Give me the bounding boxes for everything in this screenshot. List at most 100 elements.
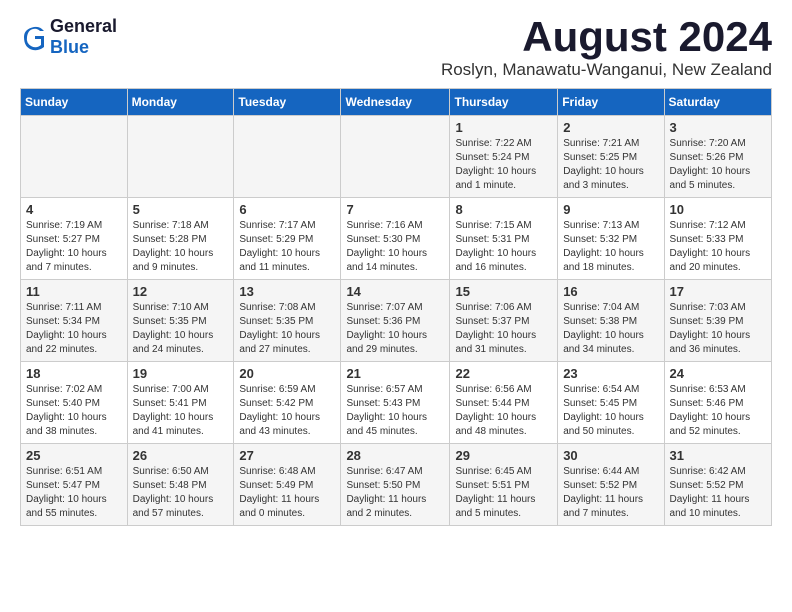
day-number: 22 — [455, 366, 552, 381]
calendar-cell: 26 Sunrise: 6:50 AM Sunset: 5:48 PM Dayli… — [127, 444, 234, 526]
day-info: Sunrise: 7:21 AM Sunset: 5:25 PM Dayligh… — [563, 137, 658, 193]
day-info: Sunrise: 6:42 AM Sunset: 5:52 PM Dayligh… — [670, 465, 766, 521]
day-number: 4 — [26, 202, 122, 217]
calendar-cell: 11 Sunrise: 7:11 AM Sunset: 5:34 PM Dayli… — [21, 280, 128, 362]
calendar-week-2: 4 Sunrise: 7:19 AM Sunset: 5:27 PM Daylig… — [21, 198, 772, 280]
day-info: Sunrise: 7:04 AM Sunset: 5:38 PM Dayligh… — [563, 301, 658, 357]
day-info: Sunrise: 6:44 AM Sunset: 5:52 PM Dayligh… — [563, 465, 658, 521]
calendar-cell: 9 Sunrise: 7:13 AM Sunset: 5:32 PM Daylig… — [558, 198, 664, 280]
col-saturday: Saturday — [664, 89, 771, 116]
calendar-cell: 20 Sunrise: 6:59 AM Sunset: 5:42 PM Dayli… — [234, 362, 341, 444]
col-friday: Friday — [558, 89, 664, 116]
day-info: Sunrise: 6:54 AM Sunset: 5:45 PM Dayligh… — [563, 383, 658, 439]
day-info: Sunrise: 7:12 AM Sunset: 5:33 PM Dayligh… — [670, 219, 766, 275]
day-number: 27 — [239, 448, 335, 463]
day-info: Sunrise: 7:15 AM Sunset: 5:31 PM Dayligh… — [455, 219, 552, 275]
calendar-cell — [341, 116, 450, 198]
day-info: Sunrise: 7:00 AM Sunset: 5:41 PM Dayligh… — [133, 383, 229, 439]
day-info: Sunrise: 7:11 AM Sunset: 5:34 PM Dayligh… — [26, 301, 122, 357]
calendar-cell: 31Sunrise: 6:42 AM Sunset: 5:52 PM Dayli… — [664, 444, 771, 526]
calendar-cell — [21, 116, 128, 198]
day-number: 13 — [239, 284, 335, 299]
day-info: Sunrise: 6:53 AM Sunset: 5:46 PM Dayligh… — [670, 383, 766, 439]
day-number: 30 — [563, 448, 658, 463]
day-number: 17 — [670, 284, 766, 299]
col-tuesday: Tuesday — [234, 89, 341, 116]
day-number: 6 — [239, 202, 335, 217]
subtitle: Roslyn, Manawatu-Wanganui, New Zealand — [441, 60, 772, 80]
calendar-cell: 6 Sunrise: 7:17 AM Sunset: 5:29 PM Daylig… — [234, 198, 341, 280]
calendar-week-3: 11 Sunrise: 7:11 AM Sunset: 5:34 PM Dayli… — [21, 280, 772, 362]
calendar-cell: 17Sunrise: 7:03 AM Sunset: 5:39 PM Dayli… — [664, 280, 771, 362]
col-wednesday: Wednesday — [341, 89, 450, 116]
calendar-cell: 10 Sunrise: 7:12 AM Sunset: 5:33 PM Dayli… — [664, 198, 771, 280]
day-info: Sunrise: 6:59 AM Sunset: 5:42 PM Dayligh… — [239, 383, 335, 439]
day-info: Sunrise: 7:17 AM Sunset: 5:29 PM Dayligh… — [239, 219, 335, 275]
day-number: 8 — [455, 202, 552, 217]
day-number: 10 — [670, 202, 766, 217]
day-info: Sunrise: 7:13 AM Sunset: 5:32 PM Dayligh… — [563, 219, 658, 275]
calendar-cell: 12Sunrise: 7:10 AM Sunset: 5:35 PM Dayli… — [127, 280, 234, 362]
logo-general: General — [50, 16, 117, 36]
day-info: Sunrise: 7:02 AM Sunset: 5:40 PM Dayligh… — [26, 383, 122, 439]
day-info: Sunrise: 6:48 AM Sunset: 5:49 PM Dayligh… — [239, 465, 335, 521]
page-container: General Blue August 2024 Roslyn, Manawat… — [0, 0, 792, 542]
calendar-cell: 16 Sunrise: 7:04 AM Sunset: 5:38 PM Dayli… — [558, 280, 664, 362]
calendar-cell: 14 Sunrise: 7:07 AM Sunset: 5:36 PM Dayli… — [341, 280, 450, 362]
day-number: 19 — [133, 366, 229, 381]
col-sunday: Sunday — [21, 89, 128, 116]
calendar-week-4: 18 Sunrise: 7:02 AM Sunset: 5:40 PM Dayli… — [21, 362, 772, 444]
col-monday: Monday — [127, 89, 234, 116]
day-info: Sunrise: 7:19 AM Sunset: 5:27 PM Dayligh… — [26, 219, 122, 275]
logo: General Blue — [20, 16, 117, 58]
day-info: Sunrise: 7:20 AM Sunset: 5:26 PM Dayligh… — [670, 137, 766, 193]
calendar-cell: 4 Sunrise: 7:19 AM Sunset: 5:27 PM Daylig… — [21, 198, 128, 280]
day-info: Sunrise: 7:16 AM Sunset: 5:30 PM Dayligh… — [346, 219, 444, 275]
logo-blue: Blue — [50, 37, 89, 57]
day-info: Sunrise: 6:45 AM Sunset: 5:51 PM Dayligh… — [455, 465, 552, 521]
day-number: 11 — [26, 284, 122, 299]
day-info: Sunrise: 6:56 AM Sunset: 5:44 PM Dayligh… — [455, 383, 552, 439]
day-number: 28 — [346, 448, 444, 463]
day-info: Sunrise: 6:50 AM Sunset: 5:48 PM Dayligh… — [133, 465, 229, 521]
day-number: 2 — [563, 120, 658, 135]
day-number: 21 — [346, 366, 444, 381]
calendar-cell: 13Sunrise: 7:08 AM Sunset: 5:35 PM Dayli… — [234, 280, 341, 362]
calendar-cell: 21Sunrise: 6:57 AM Sunset: 5:43 PM Dayli… — [341, 362, 450, 444]
day-number: 29 — [455, 448, 552, 463]
day-number: 18 — [26, 366, 122, 381]
calendar-week-5: 25Sunrise: 6:51 AM Sunset: 5:47 PM Dayli… — [21, 444, 772, 526]
day-number: 5 — [133, 202, 229, 217]
day-number: 9 — [563, 202, 658, 217]
calendar-cell: 2 Sunrise: 7:21 AM Sunset: 5:25 PM Daylig… — [558, 116, 664, 198]
day-info: Sunrise: 7:07 AM Sunset: 5:36 PM Dayligh… — [346, 301, 444, 357]
day-info: Sunrise: 6:47 AM Sunset: 5:50 PM Dayligh… — [346, 465, 444, 521]
calendar-cell: 30 Sunrise: 6:44 AM Sunset: 5:52 PM Dayli… — [558, 444, 664, 526]
day-info: Sunrise: 6:51 AM Sunset: 5:47 PM Dayligh… — [26, 465, 122, 521]
header: General Blue August 2024 Roslyn, Manawat… — [20, 16, 772, 80]
calendar-table: Sunday Monday Tuesday Wednesday Thursday… — [20, 88, 772, 526]
calendar-cell — [234, 116, 341, 198]
day-info: Sunrise: 7:06 AM Sunset: 5:37 PM Dayligh… — [455, 301, 552, 357]
title-section: August 2024 Roslyn, Manawatu-Wanganui, N… — [441, 16, 772, 80]
calendar-cell: 3 Sunrise: 7:20 AM Sunset: 5:26 PM Daylig… — [664, 116, 771, 198]
calendar-cell: 22 Sunrise: 6:56 AM Sunset: 5:44 PM Dayli… — [450, 362, 558, 444]
calendar-header: Sunday Monday Tuesday Wednesday Thursday… — [21, 89, 772, 116]
day-number: 3 — [670, 120, 766, 135]
col-thursday: Thursday — [450, 89, 558, 116]
logo-text: General Blue — [50, 16, 117, 58]
day-info: Sunrise: 7:10 AM Sunset: 5:35 PM Dayligh… — [133, 301, 229, 357]
calendar-cell: 18 Sunrise: 7:02 AM Sunset: 5:40 PM Dayli… — [21, 362, 128, 444]
calendar-cell: 27 Sunrise: 6:48 AM Sunset: 5:49 PM Dayli… — [234, 444, 341, 526]
month-title: August 2024 — [441, 16, 772, 58]
calendar-cell: 28 Sunrise: 6:47 AM Sunset: 5:50 PM Dayli… — [341, 444, 450, 526]
calendar-cell: 7 Sunrise: 7:16 AM Sunset: 5:30 PM Daylig… — [341, 198, 450, 280]
day-number: 24 — [670, 366, 766, 381]
day-number: 16 — [563, 284, 658, 299]
day-number: 26 — [133, 448, 229, 463]
calendar-cell: 19 Sunrise: 7:00 AM Sunset: 5:41 PM Dayli… — [127, 362, 234, 444]
calendar-cell: 15Sunrise: 7:06 AM Sunset: 5:37 PM Dayli… — [450, 280, 558, 362]
day-number: 20 — [239, 366, 335, 381]
day-number: 7 — [346, 202, 444, 217]
day-number: 14 — [346, 284, 444, 299]
